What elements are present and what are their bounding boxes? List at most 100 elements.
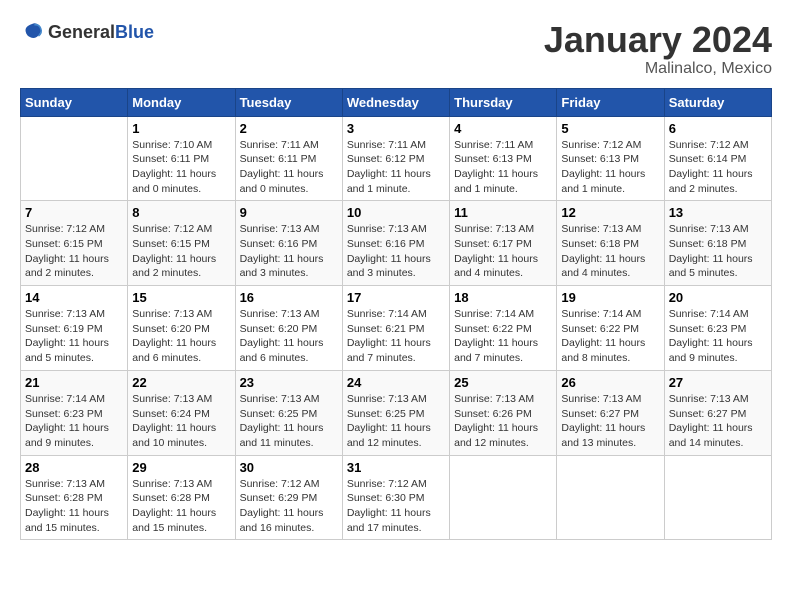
day-number: 2 bbox=[240, 121, 338, 136]
day-info: Sunrise: 7:10 AMSunset: 6:11 PMDaylight:… bbox=[132, 138, 230, 197]
logo-icon bbox=[20, 20, 44, 44]
day-info: Sunrise: 7:11 AMSunset: 6:12 PMDaylight:… bbox=[347, 138, 445, 197]
day-info: Sunrise: 7:13 AMSunset: 6:28 PMDaylight:… bbox=[25, 477, 123, 536]
calendar-cell: 19 Sunrise: 7:14 AMSunset: 6:22 PMDayligh… bbox=[557, 286, 664, 371]
calendar-cell: 15Sunrise: 7:13 AMSunset: 6:20 PMDayligh… bbox=[128, 286, 235, 371]
day-info: Sunrise: 7:12 AMSunset: 6:13 PMDaylight:… bbox=[561, 138, 659, 197]
day-number: 14 bbox=[25, 290, 123, 305]
day-info: Sunrise: 7:14 AMSunset: 6:23 PMDaylight:… bbox=[25, 392, 123, 451]
day-number: 28 bbox=[25, 460, 123, 475]
calendar-cell: 20Sunrise: 7:14 AMSunset: 6:23 PMDayligh… bbox=[664, 286, 771, 371]
day-number: 18 bbox=[454, 290, 552, 305]
weekday-header-thursday: Thursday bbox=[450, 88, 557, 116]
day-number: 7 bbox=[25, 205, 123, 220]
day-number: 5 bbox=[561, 121, 659, 136]
calendar-cell: 26 Sunrise: 7:13 AMSunset: 6:27 PMDayligh… bbox=[557, 370, 664, 455]
logo-general: General bbox=[48, 22, 115, 42]
day-info: Sunrise: 7:13 AMSunset: 6:19 PMDaylight:… bbox=[25, 307, 123, 366]
calendar-cell: 23Sunrise: 7:13 AMSunset: 6:25 PMDayligh… bbox=[235, 370, 342, 455]
calendar-cell: 7 Sunrise: 7:12 AMSunset: 6:15 PMDaylight… bbox=[21, 201, 128, 286]
day-info: Sunrise: 7:13 AMSunset: 6:18 PMDaylight:… bbox=[561, 222, 659, 281]
calendar-cell: 22 Sunrise: 7:13 AMSunset: 6:24 PMDayligh… bbox=[128, 370, 235, 455]
weekday-header-monday: Monday bbox=[128, 88, 235, 116]
calendar-cell bbox=[21, 116, 128, 201]
day-info: Sunrise: 7:12 AMSunset: 6:29 PMDaylight:… bbox=[240, 477, 338, 536]
calendar-week-1: 1 Sunrise: 7:10 AMSunset: 6:11 PMDaylight… bbox=[21, 116, 772, 201]
calendar-cell: 9Sunrise: 7:13 AMSunset: 6:16 PMDaylight… bbox=[235, 201, 342, 286]
day-number: 6 bbox=[669, 121, 767, 136]
day-info: Sunrise: 7:13 AMSunset: 6:27 PMDaylight:… bbox=[669, 392, 767, 451]
calendar-cell: 5 Sunrise: 7:12 AMSunset: 6:13 PMDaylight… bbox=[557, 116, 664, 201]
location: Malinalco, Mexico bbox=[544, 60, 772, 78]
day-info: Sunrise: 7:13 AMSunset: 6:17 PMDaylight:… bbox=[454, 222, 552, 281]
calendar-cell: 14 Sunrise: 7:13 AMSunset: 6:19 PMDayligh… bbox=[21, 286, 128, 371]
calendar-cell: 2 Sunrise: 7:11 AMSunset: 6:11 PMDaylight… bbox=[235, 116, 342, 201]
day-info: Sunrise: 7:13 AMSunset: 6:24 PMDaylight:… bbox=[132, 392, 230, 451]
calendar-cell: 12 Sunrise: 7:13 AMSunset: 6:18 PMDayligh… bbox=[557, 201, 664, 286]
day-info: Sunrise: 7:14 AMSunset: 6:22 PMDaylight:… bbox=[561, 307, 659, 366]
calendar-cell: 31 Sunrise: 7:12 AMSunset: 6:30 PMDayligh… bbox=[342, 455, 449, 540]
day-number: 31 bbox=[347, 460, 445, 475]
weekday-header-tuesday: Tuesday bbox=[235, 88, 342, 116]
day-info: Sunrise: 7:13 AMSunset: 6:25 PMDaylight:… bbox=[240, 392, 338, 451]
day-number: 19 bbox=[561, 290, 659, 305]
day-number: 30 bbox=[240, 460, 338, 475]
day-info: Sunrise: 7:13 AMSunset: 6:28 PMDaylight:… bbox=[132, 477, 230, 536]
day-number: 16 bbox=[240, 290, 338, 305]
weekday-header-wednesday: Wednesday bbox=[342, 88, 449, 116]
calendar-cell: 11 Sunrise: 7:13 AMSunset: 6:17 PMDayligh… bbox=[450, 201, 557, 286]
title-area: January 2024 Malinalco, Mexico bbox=[544, 20, 772, 78]
calendar-cell: 6 Sunrise: 7:12 AMSunset: 6:14 PMDaylight… bbox=[664, 116, 771, 201]
day-info: Sunrise: 7:11 AMSunset: 6:13 PMDaylight:… bbox=[454, 138, 552, 197]
calendar-cell: 4 Sunrise: 7:11 AMSunset: 6:13 PMDaylight… bbox=[450, 116, 557, 201]
calendar-week-3: 14 Sunrise: 7:13 AMSunset: 6:19 PMDayligh… bbox=[21, 286, 772, 371]
weekday-header-friday: Friday bbox=[557, 88, 664, 116]
calendar-cell bbox=[664, 455, 771, 540]
calendar-cell: 1 Sunrise: 7:10 AMSunset: 6:11 PMDaylight… bbox=[128, 116, 235, 201]
day-number: 12 bbox=[561, 205, 659, 220]
day-info: Sunrise: 7:12 AMSunset: 6:30 PMDaylight:… bbox=[347, 477, 445, 536]
weekday-header-sunday: Sunday bbox=[21, 88, 128, 116]
calendar-cell: 27 Sunrise: 7:13 AMSunset: 6:27 PMDayligh… bbox=[664, 370, 771, 455]
day-info: Sunrise: 7:12 AMSunset: 6:15 PMDaylight:… bbox=[25, 222, 123, 281]
logo: GeneralBlue bbox=[20, 20, 154, 44]
calendar-cell: 24 Sunrise: 7:13 AMSunset: 6:25 PMDayligh… bbox=[342, 370, 449, 455]
calendar-cell: 3 Sunrise: 7:11 AMSunset: 6:12 PMDaylight… bbox=[342, 116, 449, 201]
day-number: 11 bbox=[454, 205, 552, 220]
day-number: 13 bbox=[669, 205, 767, 220]
day-number: 29 bbox=[132, 460, 230, 475]
calendar-cell: 13Sunrise: 7:13 AMSunset: 6:18 PMDayligh… bbox=[664, 201, 771, 286]
day-number: 20 bbox=[669, 290, 767, 305]
day-info: Sunrise: 7:11 AMSunset: 6:11 PMDaylight:… bbox=[240, 138, 338, 197]
day-number: 21 bbox=[25, 375, 123, 390]
calendar-cell: 29 Sunrise: 7:13 AMSunset: 6:28 PMDayligh… bbox=[128, 455, 235, 540]
page-header: GeneralBlue January 2024 Malinalco, Mexi… bbox=[20, 20, 772, 78]
day-info: Sunrise: 7:13 AMSunset: 6:25 PMDaylight:… bbox=[347, 392, 445, 451]
logo-blue: Blue bbox=[115, 22, 154, 42]
calendar-week-4: 21 Sunrise: 7:14 AMSunset: 6:23 PMDayligh… bbox=[21, 370, 772, 455]
calendar-cell: 10Sunrise: 7:13 AMSunset: 6:16 PMDayligh… bbox=[342, 201, 449, 286]
calendar-week-5: 28 Sunrise: 7:13 AMSunset: 6:28 PMDayligh… bbox=[21, 455, 772, 540]
calendar-cell: 28 Sunrise: 7:13 AMSunset: 6:28 PMDayligh… bbox=[21, 455, 128, 540]
day-number: 4 bbox=[454, 121, 552, 136]
day-info: Sunrise: 7:12 AMSunset: 6:14 PMDaylight:… bbox=[669, 138, 767, 197]
day-number: 25 bbox=[454, 375, 552, 390]
calendar-cell bbox=[557, 455, 664, 540]
calendar-cell: 25Sunrise: 7:13 AMSunset: 6:26 PMDayligh… bbox=[450, 370, 557, 455]
day-info: Sunrise: 7:13 AMSunset: 6:16 PMDaylight:… bbox=[347, 222, 445, 281]
calendar-cell bbox=[450, 455, 557, 540]
day-number: 1 bbox=[132, 121, 230, 136]
day-number: 3 bbox=[347, 121, 445, 136]
day-number: 17 bbox=[347, 290, 445, 305]
day-info: Sunrise: 7:13 AMSunset: 6:27 PMDaylight:… bbox=[561, 392, 659, 451]
day-number: 26 bbox=[561, 375, 659, 390]
calendar-table: SundayMondayTuesdayWednesdayThursdayFrid… bbox=[20, 88, 772, 541]
day-number: 22 bbox=[132, 375, 230, 390]
day-number: 8 bbox=[132, 205, 230, 220]
calendar-cell: 18Sunrise: 7:14 AMSunset: 6:22 PMDayligh… bbox=[450, 286, 557, 371]
calendar-cell: 8Sunrise: 7:12 AMSunset: 6:15 PMDaylight… bbox=[128, 201, 235, 286]
day-info: Sunrise: 7:13 AMSunset: 6:20 PMDaylight:… bbox=[132, 307, 230, 366]
day-number: 27 bbox=[669, 375, 767, 390]
day-number: 24 bbox=[347, 375, 445, 390]
calendar-cell: 21 Sunrise: 7:14 AMSunset: 6:23 PMDayligh… bbox=[21, 370, 128, 455]
